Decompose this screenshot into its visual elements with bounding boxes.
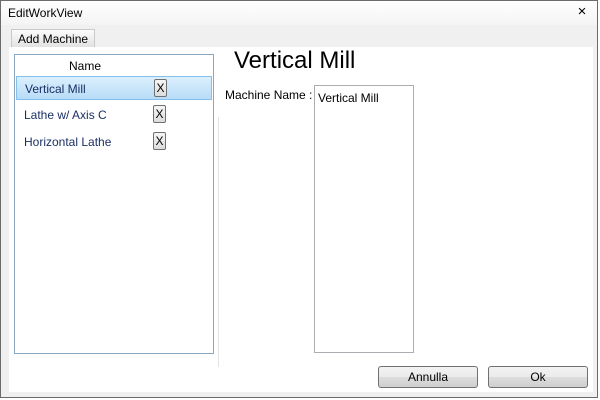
content-area: Name Vertical Mill X Lathe w/ Axis C X H…	[9, 47, 593, 392]
cancel-button[interactable]: Annulla	[378, 366, 478, 388]
title-bar[interactable]: EditWorkView ×	[1, 1, 597, 25]
window-title: EditWorkView	[8, 6, 83, 20]
remove-machine-button[interactable]: X	[153, 105, 166, 123]
list-header-name: Name	[68, 59, 101, 73]
menu-bar: Add Machine	[9, 29, 593, 47]
machine-list[interactable]: Name Vertical Mill X Lathe w/ Axis C X H…	[14, 54, 214, 354]
list-item-label: Vertical Mill	[25, 82, 86, 96]
edit-work-view-window: EditWorkView × Add Machine Name Vertical…	[0, 0, 598, 398]
list-item-label: Horizontal Lathe	[24, 135, 112, 149]
list-item-vertical-mill[interactable]: Vertical Mill X	[16, 76, 212, 100]
ok-button[interactable]: Ok	[488, 366, 588, 388]
machine-detail-title: Vertical Mill	[234, 47, 356, 74]
remove-machine-button[interactable]: X	[153, 132, 166, 150]
close-icon[interactable]: ×	[575, 4, 589, 19]
add-machine-menu-item[interactable]: Add Machine	[11, 29, 96, 47]
panel-divider	[218, 117, 219, 367]
machine-name-label: Machine Name :	[225, 88, 313, 102]
list-item-label: Lathe w/ Axis C	[24, 108, 107, 122]
remove-machine-button[interactable]: X	[154, 79, 167, 97]
list-item-horizontal-lathe[interactable]: Horizontal Lathe X	[16, 130, 212, 154]
machine-name-field[interactable]: Vertical Mill	[314, 85, 414, 353]
list-item-lathe-axis-c[interactable]: Lathe w/ Axis C X	[16, 103, 212, 127]
